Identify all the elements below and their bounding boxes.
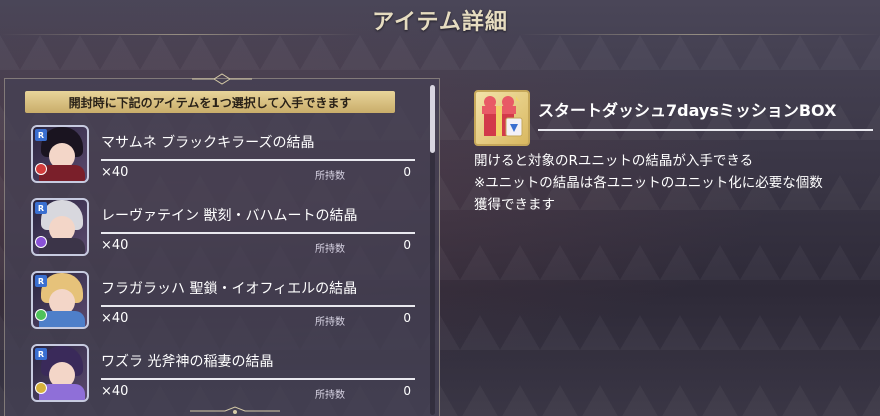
- list-item[interactable]: R ワズラ 光斧神の稲妻の結晶 ×40 所持数 0: [27, 338, 415, 411]
- item-name: レーヴァテイン 獣刻・バハムートの結晶: [101, 208, 358, 224]
- owned-label: 所持数: [315, 244, 345, 255]
- owned-label: 所持数: [315, 171, 345, 182]
- rarity-badge: R: [35, 275, 47, 287]
- selection-notice: 開封時に下記のアイテムを1つ選択して入手できます: [25, 91, 395, 113]
- unit-portrait: R: [31, 125, 89, 183]
- element-icon: [35, 163, 47, 175]
- rarity-badge: R: [35, 129, 47, 141]
- item-list-panel[interactable]: 開封時に下記のアイテムを1つ選択して入手できます R マサムネ ブラックキラーズ…: [4, 73, 440, 416]
- page-title: アイテム詳細: [372, 10, 508, 35]
- element-icon: [35, 236, 47, 248]
- rarity-badge: R: [35, 202, 47, 214]
- element-icon: [35, 309, 47, 321]
- detail-divider: [538, 129, 873, 131]
- item-quantity: ×40: [101, 311, 129, 326]
- element-icon: [35, 382, 47, 394]
- gift-box-icon: [474, 90, 530, 146]
- scrollbar-thumb[interactable]: [430, 85, 435, 153]
- owned-label: 所持数: [315, 317, 345, 328]
- ornament-icon: [192, 73, 252, 85]
- owned-count: 0: [403, 238, 411, 252]
- owned-count: 0: [403, 311, 411, 325]
- owned-count: 0: [403, 165, 411, 179]
- item-quantity: ×40: [101, 238, 129, 253]
- unit-portrait: R: [31, 271, 89, 329]
- owned-count: 0: [403, 384, 411, 398]
- item-divider: [101, 305, 415, 307]
- unit-portrait: R: [31, 198, 89, 256]
- header-line-left: [0, 34, 360, 35]
- item-quantity: ×40: [101, 384, 129, 399]
- item-name: フラガラッハ 聖鎖・イオフィエルの結晶: [101, 281, 358, 297]
- item-divider: [101, 159, 415, 161]
- header-line-right: [520, 34, 880, 35]
- item-divider: [101, 378, 415, 380]
- list-item[interactable]: R フラガラッハ 聖鎖・イオフィエルの結晶 ×40 所持数 0: [27, 265, 415, 338]
- owned-label: 所持数: [315, 390, 345, 401]
- list-item[interactable]: R レーヴァテイン 獣刻・バハムートの結晶 ×40 所持数 0: [27, 192, 415, 265]
- item-divider: [101, 232, 415, 234]
- unit-portrait: R: [31, 344, 89, 402]
- detail-title: スタートダッシュ7daysミッションBOX: [538, 101, 837, 120]
- detail-description: 開けると対象のRユニットの結晶が入手できる ※ユニットの結晶は各ユニットのユニッ…: [474, 153, 823, 213]
- list-item[interactable]: R マサムネ ブラックキラーズの結晶 ×40 所持数 0: [27, 119, 415, 192]
- item-name: ワズラ 光斧神の稲妻の結晶: [101, 354, 274, 370]
- item-name: マサムネ ブラックキラーズの結晶: [101, 135, 315, 151]
- item-list: R マサムネ ブラックキラーズの結晶 ×40 所持数 0 R レーヴァテイン 獣…: [27, 119, 415, 411]
- bottom-ornament-icon: [190, 406, 280, 414]
- header: アイテム詳細: [0, 0, 880, 40]
- item-quantity: ×40: [101, 165, 129, 180]
- rarity-badge: R: [35, 348, 47, 360]
- list-scrollbar[interactable]: [430, 85, 435, 415]
